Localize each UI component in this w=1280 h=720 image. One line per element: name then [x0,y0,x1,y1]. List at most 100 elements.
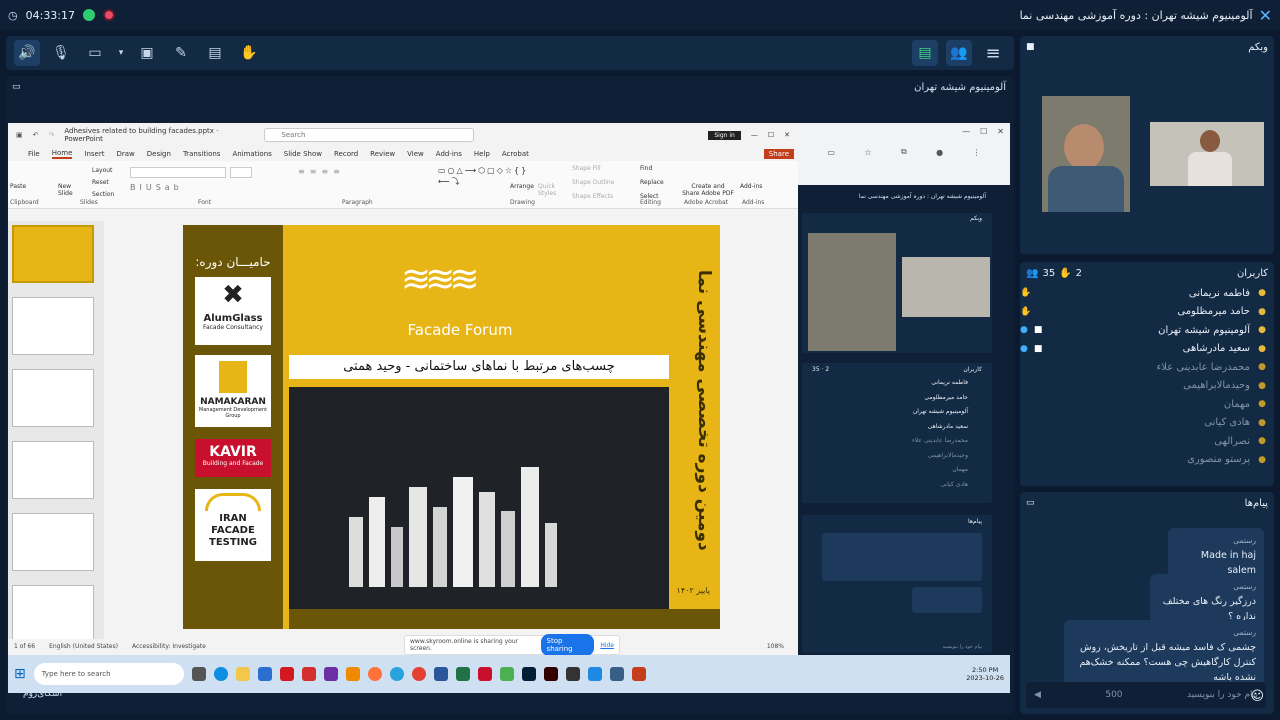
ppt-tab-record[interactable]: Record [334,150,358,158]
excel-icon[interactable] [455,667,470,681]
pen-icon[interactable]: ✎ [168,40,194,66]
bookmark-star-icon[interactable]: ☆ [864,148,871,157]
user-list-item[interactable]: پرستو منصوری ● [1020,451,1274,470]
ppt-tab-insert[interactable]: Insert [84,150,104,158]
maximize-icon[interactable]: ☐ [980,127,987,137]
select-button[interactable]: Select [640,193,659,200]
media-icon[interactable] [301,667,316,681]
app-generic-icon[interactable] [609,667,624,681]
tab-search-icon[interactable]: ▭ [827,148,835,157]
close-icon[interactable]: ✕ [784,131,790,139]
redo-icon[interactable]: ↷ [49,131,55,139]
new-slide-button[interactable]: New Slide [58,183,78,197]
camtasia-icon[interactable] [499,667,514,681]
windows-start-icon[interactable]: ⊞ [14,666,26,682]
user-list-item[interactable]: ✋ فاطمه نریمانی ● [1020,284,1274,303]
word-icon[interactable] [433,667,448,681]
ppt-tab-transitions[interactable]: Transitions [183,150,221,158]
shape-fill-button[interactable]: Shape Fill [572,165,601,172]
chat-toggle-icon[interactable]: ▤ [912,40,938,66]
mirror-chat-input[interactable]: پیام خود را بنویسید [943,644,982,650]
illustrator-icon[interactable] [543,667,558,681]
ppt-tab-help[interactable]: Help [474,150,490,158]
firefox-icon[interactable] [367,667,382,681]
screen-share-icon[interactable]: ▣ [134,40,160,66]
save-icon[interactable]: ▣ [16,131,23,139]
layout-button[interactable]: Layout [92,167,112,174]
user-list-item[interactable]: هادی کیانی ● [1020,414,1274,433]
slide-thumbnails[interactable] [8,221,104,643]
telegram-icon[interactable] [389,667,404,681]
minimize-icon[interactable]: — [751,131,758,139]
ppt-tab-file[interactable]: File [28,150,40,158]
close-icon[interactable]: ✕ [997,127,1004,137]
replace-button[interactable]: Replace [640,179,664,186]
undo-icon[interactable]: ↶ [33,131,39,139]
slide-thumb-6[interactable] [12,585,94,643]
menu-icon[interactable]: ≡ [980,40,1006,66]
microphone-muted-icon[interactable]: 🎙 [48,40,74,66]
folder-icon[interactable]: ▤ [202,40,228,66]
slide-thumb-1[interactable] [12,225,94,283]
acrobat-icon[interactable] [279,667,294,681]
shapes-gallery[interactable]: ▭○△⟶⬡▢◇☆{}⟵⤵ [438,165,526,187]
ppt-tab-animations[interactable]: Animations [232,150,271,158]
hide-button[interactable]: Hide [600,642,614,649]
user-list-item[interactable]: محمدرضا عابدینی علاء ● [1020,358,1274,377]
accessibility-status[interactable]: Accessibility: Investigate [132,643,206,650]
minimize-icon[interactable]: — [962,127,970,137]
slide-thumb-4[interactable] [12,441,94,499]
chrome-icon[interactable] [411,667,426,681]
user-list-item[interactable]: ✋ حامد میرمظلومی ● [1020,303,1274,322]
ppt-tab-draw[interactable]: Draw [116,150,134,158]
profile-icon[interactable]: ● [936,148,943,157]
zoom-level[interactable]: 108% [767,643,784,650]
ppt-tab-acrobat[interactable]: Acrobat [502,150,529,158]
ppt-tab-view[interactable]: View [407,150,424,158]
edge-icon[interactable] [213,667,228,681]
font-name-box[interactable] [130,167,226,178]
addins-button[interactable]: Add-ins [740,183,762,190]
app-purple-icon[interactable] [323,667,338,681]
taskbar-search-input[interactable]: Type here to search [33,663,184,685]
ppt-tab-home[interactable]: Home [51,149,73,159]
autocad-icon[interactable] [477,667,492,681]
task-view-icon[interactable] [191,667,206,681]
ppt-tab-design[interactable]: Design [147,150,171,158]
ppt-tab-review[interactable]: Review [370,150,395,158]
find-button[interactable]: Find [640,165,652,172]
emoji-icon[interactable]: ☺ [1250,689,1264,704]
sign-in-button[interactable]: Sign in [708,130,741,140]
share-button[interactable]: Share [763,149,794,159]
language-status[interactable]: English (United States) [49,643,118,650]
stop-sharing-button[interactable]: Stop sharing [540,634,595,656]
snipping-icon[interactable] [565,667,580,681]
arrange-button[interactable]: Arrange [510,183,534,190]
chevron-down-icon[interactable]: ▾ [116,40,126,66]
quick-styles-button[interactable]: Quick Styles [538,183,560,197]
reset-button[interactable]: Reset [92,179,109,186]
slide-thumb-2[interactable] [12,297,94,355]
users-toggle-icon[interactable]: 👥 [946,40,972,66]
photoshop-icon[interactable] [521,667,536,681]
raise-hand-icon[interactable]: ✋ [236,40,262,66]
powerpoint-icon[interactable] [631,667,646,681]
app-x-icon[interactable] [587,667,602,681]
create-pdf-button[interactable]: Create and Share Adobe PDF [682,183,734,197]
paste-button[interactable]: Paste [10,183,26,190]
webcam-tile-2[interactable] [1150,122,1264,186]
user-list-item[interactable]: ● ■ سعید مادرشاهی ● [1020,340,1274,359]
font-size-box[interactable] [230,167,252,178]
chat-input[interactable]: پیام خود را بنویسید 500 ◀ [1026,682,1266,708]
shape-outline-button[interactable]: Shape Outline [572,179,614,186]
user-list-item[interactable]: مهمان ● [1020,395,1274,414]
vlc-icon[interactable] [345,667,360,681]
shape-effects-button[interactable]: Shape Effects [572,193,613,200]
ppt-search-input[interactable]: Search [264,128,475,142]
user-list-item[interactable]: ● ■ آلومینیوم شیشه تهران ● [1020,321,1274,340]
section-button[interactable]: Section [92,191,114,198]
extensions-icon[interactable]: ⧉ [901,147,907,157]
slide-thumb-5[interactable] [12,513,94,571]
webcam-tile-1[interactable] [1042,96,1130,212]
slide-canvas[interactable]: حامیـــان دوره: ✖ AlumGlass Facade Consu… [183,225,720,629]
